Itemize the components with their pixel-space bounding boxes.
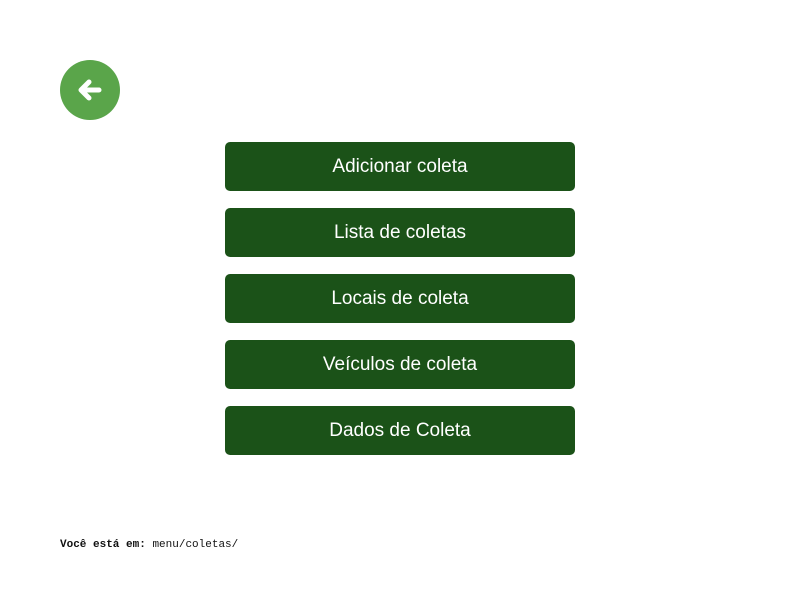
- collection-vehicles-button[interactable]: Veículos de coleta: [225, 340, 575, 389]
- collection-locations-button[interactable]: Locais de coleta: [225, 274, 575, 323]
- add-collection-button[interactable]: Adicionar coleta: [225, 142, 575, 191]
- page: Adicionar coleta Lista de coletas Locais…: [0, 0, 800, 600]
- breadcrumb-path: menu/coletas/: [152, 539, 239, 551]
- collection-data-button[interactable]: Dados de Coleta: [225, 406, 575, 455]
- arrow-left-icon: [73, 73, 107, 107]
- breadcrumb-label: Você está em:: [60, 539, 146, 551]
- breadcrumb: Você está em: menu/coletas/: [60, 539, 238, 551]
- collection-menu: Adicionar coleta Lista de coletas Locais…: [225, 142, 575, 472]
- back-button[interactable]: [60, 60, 120, 120]
- collection-list-button[interactable]: Lista de coletas: [225, 208, 575, 257]
